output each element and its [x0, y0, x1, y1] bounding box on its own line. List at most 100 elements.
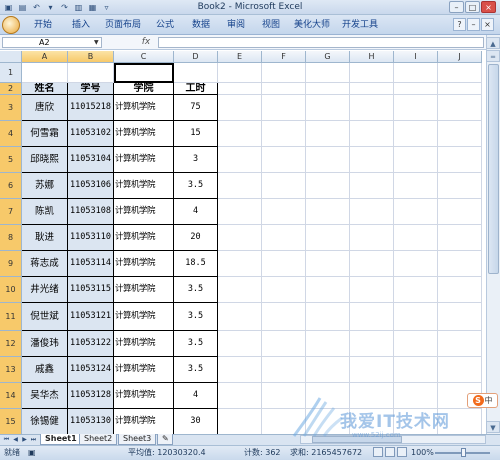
- cell-i4[interactable]: [394, 121, 438, 147]
- zoom-level[interactable]: 100%: [411, 447, 434, 458]
- row-header-14[interactable]: 14: [0, 383, 22, 409]
- help-icon[interactable]: ?: [453, 18, 466, 31]
- cell-c14[interactable]: 计算机学院: [114, 383, 174, 409]
- cell-a4[interactable]: 何雪霜: [22, 121, 68, 147]
- cell-h7[interactable]: [350, 199, 394, 225]
- cell-g13[interactable]: [306, 357, 350, 383]
- cell-g10[interactable]: [306, 277, 350, 303]
- ribbon-close-icon[interactable]: ×: [481, 18, 494, 31]
- cell-h3[interactable]: [350, 95, 394, 121]
- cell-j2[interactable]: [438, 83, 482, 95]
- cell-b4[interactable]: 11053102: [68, 121, 114, 147]
- cell-e8[interactable]: [218, 225, 262, 251]
- cell-g11[interactable]: [306, 303, 350, 331]
- cell-a9[interactable]: 蒋志成: [22, 251, 68, 277]
- cell-c6[interactable]: 计算机学院: [114, 173, 174, 199]
- maximize-button[interactable]: □: [465, 1, 480, 13]
- sheet-tab-3[interactable]: Sheet3: [118, 434, 157, 445]
- cell-g7[interactable]: [306, 199, 350, 225]
- cell-h5[interactable]: [350, 147, 394, 173]
- cell-j8[interactable]: [438, 225, 482, 251]
- cell-b10[interactable]: 11053115: [68, 277, 114, 303]
- column-header-g[interactable]: G: [306, 51, 350, 63]
- cell-j5[interactable]: [438, 147, 482, 173]
- cell-d10[interactable]: 3.5: [174, 277, 218, 303]
- cell-a11[interactable]: 倪世斌: [22, 303, 68, 331]
- cell-j1[interactable]: [438, 63, 482, 83]
- cell-e3[interactable]: [218, 95, 262, 121]
- ribbon-minimize-icon[interactable]: –: [467, 18, 480, 31]
- cell-j6[interactable]: [438, 173, 482, 199]
- cell-a7[interactable]: 陈凯: [22, 199, 68, 225]
- cell-b5[interactable]: 11053104: [68, 147, 114, 173]
- cell-b12[interactable]: 11053122: [68, 331, 114, 357]
- cell-e6[interactable]: [218, 173, 262, 199]
- cell-b15[interactable]: 11053130: [68, 409, 114, 434]
- row-header-1[interactable]: 1: [0, 63, 22, 83]
- tab-page-layout[interactable]: 页面布局: [102, 17, 144, 33]
- cell-a6[interactable]: 苏娜: [22, 173, 68, 199]
- cell-e14[interactable]: [218, 383, 262, 409]
- cell-c9[interactable]: 计算机学院: [114, 251, 174, 277]
- next-sheet-icon[interactable]: ▶: [20, 435, 29, 444]
- cell-a1[interactable]: [22, 63, 68, 83]
- tab-formulas[interactable]: 公式: [150, 17, 180, 33]
- column-header-f[interactable]: F: [262, 51, 306, 63]
- row-header-3[interactable]: 3: [0, 95, 22, 121]
- cell-i7[interactable]: [394, 199, 438, 225]
- cell-j13[interactable]: [438, 357, 482, 383]
- scroll-up-icon[interactable]: ▲: [486, 37, 500, 49]
- tab-view[interactable]: 视图: [256, 17, 286, 33]
- cell-h1[interactable]: [350, 63, 394, 83]
- cell-c5[interactable]: 计算机学院: [114, 147, 174, 173]
- cell-c4[interactable]: 计算机学院: [114, 121, 174, 147]
- chevron-down-icon[interactable]: ▼: [94, 39, 99, 46]
- column-header-e[interactable]: E: [218, 51, 262, 63]
- cell-f10[interactable]: [262, 277, 306, 303]
- cell-e5[interactable]: [218, 147, 262, 173]
- cell-e4[interactable]: [218, 121, 262, 147]
- cell-i13[interactable]: [394, 357, 438, 383]
- cell-d5[interactable]: 3: [174, 147, 218, 173]
- cell-d8[interactable]: 20: [174, 225, 218, 251]
- cell-i3[interactable]: [394, 95, 438, 121]
- cell-b3[interactable]: 11015218: [68, 95, 114, 121]
- cell-b13[interactable]: 11053124: [68, 357, 114, 383]
- sheet-tab-2[interactable]: Sheet2: [79, 434, 118, 445]
- cell-h12[interactable]: [350, 331, 394, 357]
- column-header-c[interactable]: C: [114, 51, 174, 63]
- cell-c10[interactable]: 计算机学院: [114, 277, 174, 303]
- column-header-i[interactable]: I: [394, 51, 438, 63]
- cell-d2[interactable]: 工时: [174, 83, 218, 95]
- cell-e15[interactable]: [218, 409, 262, 434]
- prev-sheet-icon[interactable]: ◀: [11, 435, 20, 444]
- cell-e7[interactable]: [218, 199, 262, 225]
- cell-i2[interactable]: [394, 83, 438, 95]
- cell-h14[interactable]: [350, 383, 394, 409]
- first-sheet-icon[interactable]: ⏮: [2, 435, 11, 444]
- cell-f3[interactable]: [262, 95, 306, 121]
- cell-f7[interactable]: [262, 199, 306, 225]
- row-header-10[interactable]: 10: [0, 277, 22, 303]
- cell-b9[interactable]: 11053114: [68, 251, 114, 277]
- cell-g3[interactable]: [306, 95, 350, 121]
- cell-d3[interactable]: 75: [174, 95, 218, 121]
- cell-i11[interactable]: [394, 303, 438, 331]
- cell-h6[interactable]: [350, 173, 394, 199]
- cell-f1[interactable]: [262, 63, 306, 83]
- cell-j12[interactable]: [438, 331, 482, 357]
- cell-g2[interactable]: [306, 83, 350, 95]
- cell-d7[interactable]: 4: [174, 199, 218, 225]
- row-header-8[interactable]: 8: [0, 225, 22, 251]
- cell-h11[interactable]: [350, 303, 394, 331]
- split-handle[interactable]: ═: [486, 50, 500, 62]
- page-break-view-icon[interactable]: [397, 447, 407, 457]
- cell-f11[interactable]: [262, 303, 306, 331]
- cell-g8[interactable]: [306, 225, 350, 251]
- cell-b11[interactable]: 11053121: [68, 303, 114, 331]
- cell-i14[interactable]: [394, 383, 438, 409]
- row-header-12[interactable]: 12: [0, 331, 22, 357]
- row-header-15[interactable]: 15: [0, 409, 22, 434]
- cell-d15[interactable]: 30: [174, 409, 218, 434]
- column-header-a[interactable]: A: [22, 51, 68, 63]
